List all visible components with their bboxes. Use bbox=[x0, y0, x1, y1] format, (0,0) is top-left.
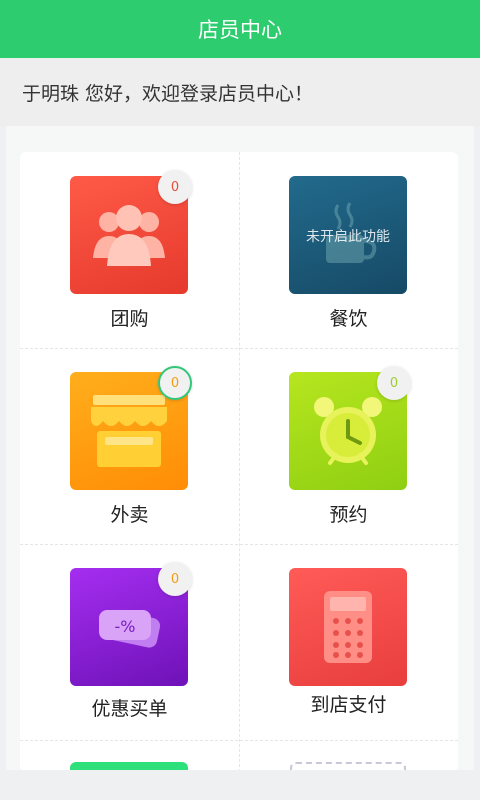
tile-badge: 0 bbox=[158, 170, 192, 204]
tile-group-buy[interactable]: 0 团购 bbox=[20, 152, 239, 348]
tile-label: 团购 bbox=[110, 308, 149, 330]
tile-catering[interactable]: 未开启此功能 餐饮 bbox=[239, 152, 458, 348]
feature-grid: 0 团购 未开启此功能 餐饮 0 外卖 0 预约 -% 0 优惠买单 到店支付 bbox=[20, 152, 458, 772]
tile-takeout[interactable]: 0 外卖 bbox=[20, 348, 239, 544]
greeting-bar: 于明珠 您好，欢迎登录店员中心！ bbox=[0, 58, 480, 126]
svg-text:-%: -% bbox=[115, 617, 136, 636]
tile-reservation[interactable]: 0 预约 bbox=[239, 348, 458, 544]
tile-label: 外卖 bbox=[110, 504, 149, 526]
tile-label: 优惠买单 bbox=[91, 698, 168, 720]
tile-discount-pay[interactable]: -% 0 优惠买单 bbox=[20, 544, 239, 740]
coffee-cup-icon: 未开启此功能 bbox=[289, 176, 407, 294]
page-title: 店员中心 bbox=[198, 18, 282, 42]
greeting-text: 于明珠 您好，欢迎登录店员中心！ bbox=[22, 82, 314, 105]
feature-disabled-text: 未开启此功能 bbox=[306, 229, 390, 245]
app-header: 店员中心 bbox=[0, 0, 480, 58]
tile-label: 预约 bbox=[329, 504, 368, 526]
tile-label: 餐饮 bbox=[329, 308, 368, 330]
tile-badge: 0 bbox=[377, 366, 411, 400]
grid-divider-row3 bbox=[20, 740, 458, 742]
tile-in-store-pay[interactable]: 到店支付 bbox=[239, 544, 458, 740]
tile-badge: 0 bbox=[158, 366, 192, 400]
bottom-strip bbox=[0, 770, 480, 800]
tile-label: 到店支付 bbox=[310, 694, 387, 716]
calculator-icon bbox=[289, 568, 407, 686]
tile-badge: 0 bbox=[158, 562, 192, 596]
